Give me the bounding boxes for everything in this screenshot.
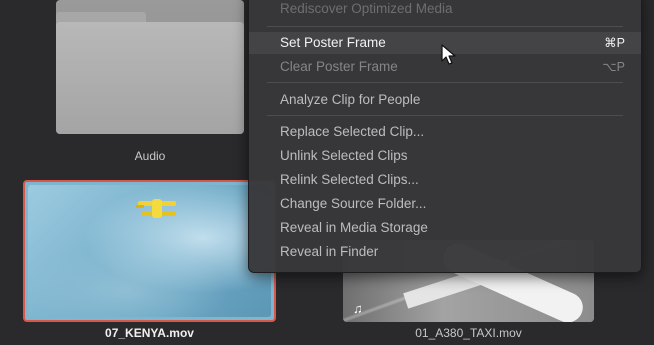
mouse-pointer-icon — [441, 44, 456, 65]
clip-label-kenya: 07_KENYA.mov — [105, 326, 194, 340]
music-note-icon: ♫ — [353, 301, 363, 316]
menu-item-change-source-folder[interactable]: Change Source Folder... — [249, 193, 641, 215]
context-menu: Rediscover Optimized Media Set Poster Fr… — [248, 0, 642, 273]
ocean-thumbnail-image — [28, 185, 271, 317]
menu-item-unlink-selected-clips[interactable]: Unlink Selected Clips — [249, 145, 641, 167]
menu-item-label: Replace Selected Clip... — [280, 124, 425, 139]
menu-shortcut: ⌥P — [602, 60, 625, 74]
menu-item-replace-selected-clip[interactable]: Replace Selected Clip... — [249, 121, 641, 143]
menu-item-label: Set Poster Frame — [280, 35, 386, 50]
menu-item-label: Relink Selected Clips... — [280, 172, 419, 187]
menu-item-label: Change Source Folder... — [280, 196, 427, 211]
menu-item-label: Reveal in Media Storage — [280, 220, 428, 235]
clip-label-a380: 01_A380_TAXI.mov — [415, 326, 522, 340]
audio-folder[interactable] — [52, 0, 248, 140]
biplane-icon — [136, 199, 176, 218]
menu-item-label: Analyze Clip for People — [280, 92, 421, 107]
menu-item-analyze-clip-for-people[interactable]: Analyze Clip for People — [249, 89, 641, 111]
menu-separator — [267, 26, 623, 27]
folder-icon — [56, 22, 244, 134]
menu-item-label: Reveal in Finder — [280, 244, 379, 259]
clip-thumbnail-kenya[interactable] — [23, 180, 276, 322]
menu-item-label: Rediscover Optimized Media — [280, 1, 453, 16]
menu-separator — [267, 115, 623, 116]
media-pool: Audio 07_KENYA.mov ♫ 01_A380_TAXI.mov Re… — [0, 0, 654, 345]
menu-shortcut: ⌘P — [604, 36, 625, 50]
folder-label: Audio — [134, 149, 166, 163]
menu-item-label: Unlink Selected Clips — [280, 148, 408, 163]
menu-item-label: Clear Poster Frame — [280, 59, 398, 74]
menu-item-reveal-in-media-storage[interactable]: Reveal in Media Storage — [249, 217, 641, 239]
menu-item-rediscover-optimized-media[interactable]: Rediscover Optimized Media — [249, 0, 641, 20]
menu-item-reveal-in-finder[interactable]: Reveal in Finder — [249, 241, 641, 263]
menu-item-relink-selected-clips[interactable]: Relink Selected Clips... — [249, 169, 641, 191]
menu-separator — [267, 82, 623, 83]
